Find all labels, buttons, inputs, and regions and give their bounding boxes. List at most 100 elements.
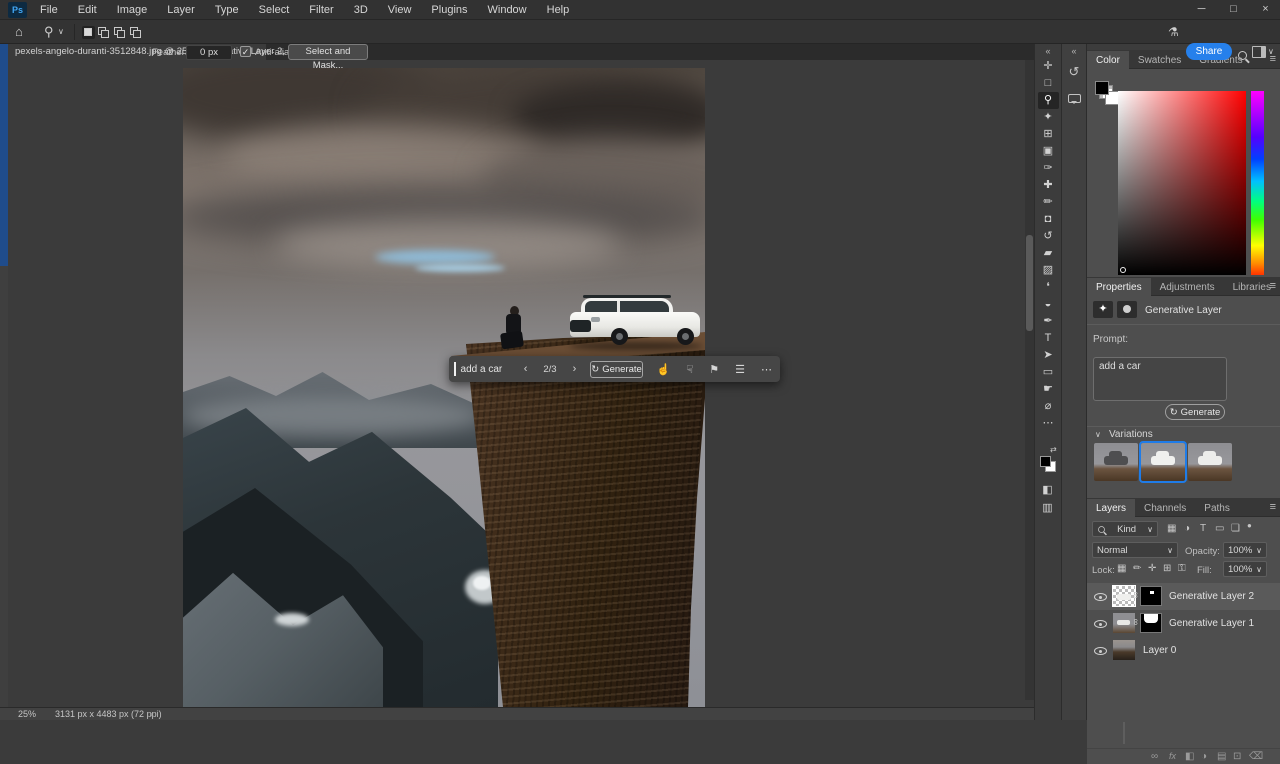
canvas-area[interactable] (8, 60, 1034, 707)
quick-selection-tool[interactable]: ✦ (1038, 109, 1059, 126)
generate-button[interactable]: ↻ Generate (590, 360, 643, 378)
pen-tool[interactable]: ✒ (1038, 313, 1059, 330)
link-layers-icon[interactable]: ∞ (1151, 751, 1158, 762)
marquee-tool[interactable]: □ (1038, 75, 1059, 92)
lock-position-icon[interactable]: ✛ (1148, 563, 1156, 574)
blur-tool[interactable]: ❛ (1038, 279, 1059, 296)
menu-view[interactable]: View (378, 0, 422, 20)
variations-collapse-icon[interactable]: ∨ (1095, 431, 1101, 439)
tab-adjustments[interactable]: Adjustments (1151, 278, 1224, 297)
generative-layer-icon[interactable]: ✦ (1093, 301, 1113, 318)
panel-menu-icon[interactable]: ≡ (1270, 501, 1276, 513)
add-selection-mode-button[interactable] (97, 26, 110, 39)
taskbar-prompt-input[interactable]: add a car (461, 364, 516, 375)
home-icon[interactable]: ⌂ (15, 25, 23, 38)
add-mask-icon[interactable]: ◧ (1185, 751, 1194, 762)
hand-tool[interactable]: ☛ (1038, 381, 1059, 398)
lock-transparency-icon[interactable]: ▦ (1117, 563, 1126, 574)
tab-channels[interactable]: Channels (1135, 499, 1195, 518)
clone-stamp-tool[interactable]: ◘ (1038, 211, 1059, 228)
anti-alias-checkbox[interactable]: ✓ (240, 46, 251, 57)
foreground-color-chip[interactable] (1095, 81, 1109, 95)
lasso-tool[interactable]: ⚲ (1037, 92, 1059, 109)
color-marker[interactable] (1120, 267, 1126, 273)
panel-scroll-indicator[interactable] (1123, 722, 1125, 744)
menu-select[interactable]: Select (249, 0, 300, 20)
foreground-color-swatch[interactable] (1040, 456, 1051, 467)
layer-row-generative-layer-2[interactable]: ∞ Generative Layer 2 (1087, 583, 1280, 610)
panel-menu-icon[interactable]: ≡ (1270, 280, 1276, 292)
layer-row-layer-0[interactable]: Layer 0 (1087, 637, 1280, 664)
gradient-tool[interactable]: ▨ (1038, 262, 1059, 279)
collapse-toolbar-icon[interactable]: « (1035, 44, 1061, 58)
thumbs-up-icon[interactable]: ☝ (649, 363, 679, 376)
menu-3d[interactable]: 3D (344, 0, 378, 20)
menu-window[interactable]: Window (478, 0, 537, 20)
share-button[interactable]: Share (1186, 43, 1232, 60)
eraser-tool[interactable]: ▰ (1038, 245, 1059, 262)
layer-effects-icon[interactable]: fx (1169, 751, 1176, 761)
saturation-brightness-box[interactable] (1118, 91, 1246, 275)
filter-shape-layers-icon[interactable]: ▭ (1215, 523, 1224, 534)
layer-mask-icon[interactable] (1117, 301, 1137, 318)
tab-properties[interactable]: Properties (1087, 278, 1151, 297)
menu-filter[interactable]: Filter (299, 0, 343, 20)
dodge-tool[interactable]: ◒ (1038, 296, 1059, 313)
variation-thumbnail-2-selected[interactable] (1139, 441, 1187, 483)
edit-toolbar-icon[interactable]: ⋯ (1038, 415, 1059, 432)
new-layer-icon[interactable]: ⊡ (1233, 751, 1241, 762)
variation-thumbnail-1[interactable] (1094, 443, 1138, 481)
layer-thumbnail[interactable] (1113, 640, 1135, 660)
zoom-level[interactable]: 25% (18, 708, 36, 720)
minimize-button[interactable]: ─ (1186, 0, 1217, 20)
frame-tool[interactable]: ▣ (1038, 143, 1059, 160)
layer-mask-thumbnail[interactable] (1140, 613, 1162, 633)
visibility-eye-icon[interactable] (1094, 620, 1107, 628)
thumbs-down-icon[interactable]: ☟ (679, 363, 702, 376)
intersect-selection-mode-button[interactable] (129, 26, 142, 39)
zoom-tool[interactable]: ⌀ (1038, 398, 1059, 415)
opacity-dropdown[interactable]: 100% ∨ (1223, 542, 1267, 558)
next-variation-icon[interactable]: › (565, 363, 585, 375)
variation-thumbnail-3[interactable] (1188, 443, 1232, 481)
menu-layer[interactable]: Layer (157, 0, 205, 20)
adjustment-layer-icon[interactable]: ◑ (1201, 751, 1207, 762)
filter-smart-object-icon[interactable]: ❏ (1231, 523, 1240, 534)
status-chevron-icon[interactable]: › (150, 708, 153, 720)
delete-layer-icon[interactable]: ⌫ (1249, 751, 1263, 762)
search-icon[interactable] (1238, 51, 1247, 60)
visibility-eye-icon[interactable] (1094, 593, 1107, 601)
shape-tool[interactable]: ▭ (1038, 364, 1059, 381)
screen-mode-button[interactable]: ▥ (1037, 500, 1058, 517)
filter-pixel-layers-icon[interactable]: ▦ (1167, 523, 1176, 534)
history-brush-tool[interactable]: ↺ (1038, 228, 1059, 245)
menu-type[interactable]: Type (205, 0, 249, 20)
filter-pin-icon[interactable]: ● (1247, 521, 1252, 530)
lock-paint-icon[interactable]: ✏ (1133, 563, 1141, 574)
menu-file[interactable]: File (30, 0, 68, 20)
feather-input[interactable]: 0 px (186, 45, 232, 60)
healing-brush-tool[interactable]: ✚ (1038, 177, 1059, 194)
hue-strip[interactable] (1251, 91, 1264, 275)
move-tool[interactable]: ✛ (1038, 58, 1059, 75)
scrollbar-thumb[interactable] (1026, 235, 1033, 331)
tab-layers[interactable]: Layers (1087, 499, 1136, 518)
menu-plugins[interactable]: Plugins (421, 0, 477, 20)
new-group-icon[interactable]: ▤ (1217, 751, 1226, 762)
visibility-eye-icon[interactable] (1094, 647, 1107, 655)
expand-panels-icon[interactable]: « (1062, 44, 1086, 58)
tab-swatches[interactable]: Swatches (1129, 51, 1190, 70)
menu-help[interactable]: Help (537, 0, 580, 20)
menu-edit[interactable]: Edit (68, 0, 107, 20)
lasso-tool-options-icon[interactable]: ⚲ (44, 25, 54, 38)
tab-color[interactable]: Color (1087, 51, 1129, 70)
previous-variation-icon[interactable]: ‹ (516, 363, 536, 375)
menu-image[interactable]: Image (107, 0, 158, 20)
more-options-icon[interactable]: ⋯ (753, 363, 780, 376)
chevron-down-icon[interactable]: ∨ (58, 28, 64, 36)
select-and-mask-button[interactable]: Select and Mask... (288, 44, 368, 71)
close-button[interactable]: × (1250, 0, 1280, 20)
filter-type-layers-icon[interactable]: T (1200, 523, 1206, 534)
brush-tool[interactable]: ✏ (1038, 194, 1059, 211)
path-selection-tool[interactable]: ➤ (1038, 347, 1059, 364)
